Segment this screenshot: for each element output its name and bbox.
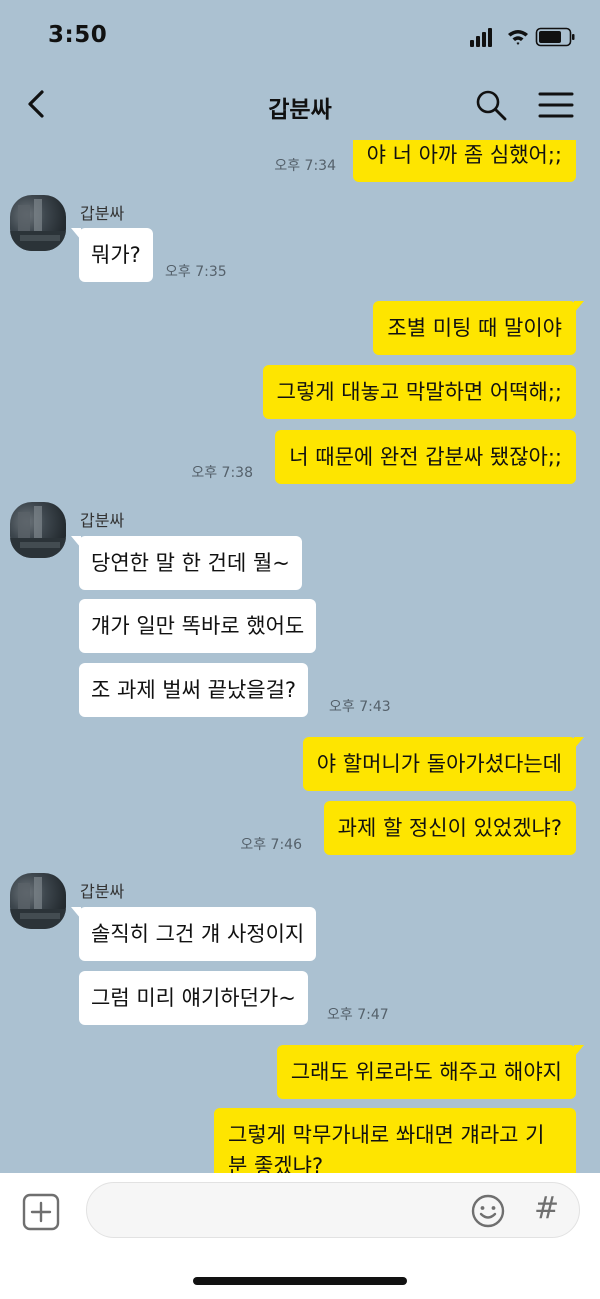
my-message: 과제 할 정신이 있었겠냐?: [323, 801, 576, 855]
message-time: 오후 7:43: [329, 699, 391, 715]
home-indicator: [193, 1277, 407, 1285]
avatar[interactable]: [10, 195, 66, 251]
their-message: 그럼 미리 얘기하던가~: [79, 971, 308, 1025]
status-bar: 3:50: [0, 0, 600, 72]
wifi-icon: [508, 30, 528, 45]
message-time: 오후 7:38: [191, 465, 253, 481]
status-icons: [470, 27, 575, 47]
chat-title: 갑분싸: [268, 97, 332, 123]
their-message: 뭐가?: [71, 228, 153, 282]
sender-name: 갑분싸: [80, 511, 125, 530]
my-message: 그래도 위로라도 해주고 해야지: [276, 1045, 585, 1099]
message-time: 오후 7:47: [327, 1007, 389, 1023]
hash-icon[interactable]: #: [534, 1191, 559, 1226]
their-message: 걔가 일만 똑바로 했어도: [79, 599, 317, 653]
their-message: 솔직히 그건 걔 사정이지: [70, 907, 317, 961]
their-message: 조 과제 벌써 끝났을걸?: [79, 663, 309, 717]
avatar[interactable]: [10, 502, 66, 558]
message-input-bar: #: [0, 1173, 600, 1299]
chat-header: 갑분싸: [0, 72, 600, 140]
message-time: 오후 7:46: [240, 837, 302, 853]
plus-icon[interactable]: [22, 1193, 60, 1231]
message-time: 오후 7:35: [165, 264, 227, 280]
message-list[interactable]: 야 너 아까 좀 심했어;; 오후 7:34 갑분싸 뭐가? 오후 7:35 조…: [0, 140, 600, 1173]
signal-icon: [470, 28, 492, 47]
my-message: 너 때문에 완전 갑분싸 됐잖아;;: [275, 430, 576, 484]
my-message: 그렇게 대놓고 막말하면 어떡해;;: [262, 365, 576, 419]
search-icon[interactable]: [474, 88, 508, 122]
my-message: 그렇게 막무가내로 쏴대면 걔라고 기분 좋겠냐?: [214, 1108, 576, 1173]
sender-name: 갑분싸: [80, 204, 125, 223]
my-message: 야 너 아까 좀 심했어;;: [352, 140, 576, 182]
emoji-icon[interactable]: [470, 1193, 506, 1229]
their-message: 당연한 말 한 건데 뭘~: [71, 536, 302, 590]
avatar[interactable]: [10, 873, 66, 929]
my-message: 야 할머니가 돌아가셨다는데: [302, 737, 585, 791]
sender-name: 갑분싸: [80, 882, 125, 901]
menu-icon[interactable]: [538, 90, 574, 120]
message-time: 오후 7:34: [274, 158, 336, 174]
my-message: 조별 미팅 때 말이야: [373, 301, 584, 355]
status-time: 3:50: [48, 22, 108, 48]
battery-icon: [535, 27, 575, 47]
